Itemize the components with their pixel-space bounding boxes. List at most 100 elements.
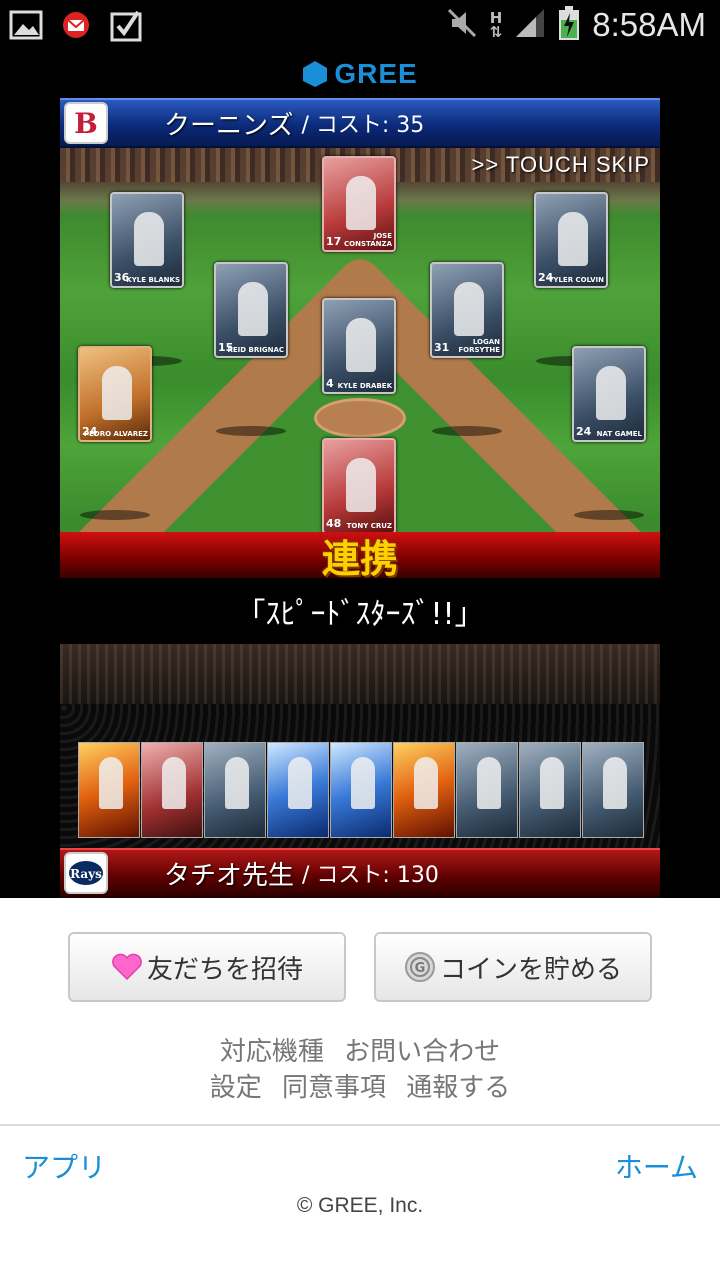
signal-icon: [514, 7, 546, 43]
gallery-icon: [8, 8, 44, 42]
deck-card: [393, 742, 455, 838]
card-shadow: [432, 426, 502, 436]
card-shadow: [80, 510, 150, 520]
contact-link[interactable]: お問い合わせ: [344, 1037, 500, 1067]
mute-icon: [446, 7, 478, 43]
player-figure: [102, 366, 132, 420]
player-card: 36 KYLE BLANKS: [110, 192, 184, 288]
deck-card-figure: [162, 757, 186, 809]
apps-link[interactable]: アプリ: [22, 1146, 106, 1186]
divider: [0, 1124, 720, 1126]
deck-card: [456, 742, 518, 838]
player-figure: [346, 458, 376, 512]
deck-card-figure: [351, 757, 375, 809]
pitchers-mound: [314, 398, 406, 438]
deck-strip: [78, 742, 644, 838]
deck-card-figure: [540, 757, 564, 809]
link-subtitle: 「ｽﾋﾟｰﾄﾞｽﾀｰｽﾞ!!」: [60, 578, 660, 644]
gree-header: GREE: [0, 50, 720, 98]
player-card: 24 TYLER COLVIN: [534, 192, 608, 288]
battery-charging-icon: [558, 6, 580, 44]
player-figure: [558, 212, 588, 266]
bottom-team-cost: / コスト: 130: [302, 863, 439, 888]
player-figure: [346, 176, 376, 230]
deck-card: [519, 742, 581, 838]
player-card: 48 TONY CRUZ: [322, 438, 396, 534]
deck-card-figure: [414, 757, 438, 809]
deck-card: [141, 742, 203, 838]
player-card: 31 LOGAN FORSYTHE: [430, 262, 504, 358]
link-title: 連携: [321, 536, 398, 581]
invite-friends-label: 友だちを招待: [146, 954, 303, 985]
settings-link[interactable]: 設定: [210, 1073, 262, 1103]
footer-links: 対応機種 お問い合わせ 設定 同意事項 通報する: [0, 1034, 720, 1106]
card-deck: [60, 704, 660, 848]
rays-logo-icon: Rays: [64, 852, 108, 894]
mail-notification-icon: [58, 8, 94, 42]
player-figure: [238, 282, 268, 336]
deck-card: [330, 742, 392, 838]
player-card: 24 NAT GAMEL: [572, 346, 646, 442]
player-figure: [134, 212, 164, 266]
heart-icon: [111, 953, 143, 981]
coin-icon: G: [404, 951, 436, 983]
network-type-label: H: [489, 9, 503, 27]
deck-card-figure: [225, 757, 249, 809]
card-shadow: [216, 426, 286, 436]
player-name: KYLE BLANKS: [126, 276, 180, 284]
copyright: © GREE, Inc.: [296, 1194, 424, 1217]
player-name: TYLER COLVIN: [548, 276, 604, 284]
player-card: 17 JOSE CONSTANZA: [322, 156, 396, 252]
svg-text:G: G: [415, 961, 426, 976]
deck-card: [78, 742, 140, 838]
top-team-cost: / コスト: 35: [301, 113, 425, 138]
task-check-icon: [108, 8, 144, 42]
red-sox-logo-icon: B: [64, 102, 108, 144]
touch-skip-button[interactable]: >> TOUCH SKIP: [472, 152, 650, 178]
player-card: 24 PEDRO ALVAREZ: [78, 346, 152, 442]
player-name: KYLE DRABEK: [337, 382, 392, 390]
bottom-team-bar: Rays タチオ先生 / コスト: 130: [60, 848, 660, 898]
home-link[interactable]: ホーム: [615, 1146, 698, 1186]
card-shadow: [574, 510, 644, 520]
bottom-panel: 友だちを招待 G コインを貯める 対応機種 お問い合わせ 設定 同意事項 通報す…: [0, 898, 720, 1280]
top-team-bar: B クーニンズ / コスト: 35: [60, 98, 660, 148]
player-name: LOGAN FORSYTHE: [458, 338, 500, 354]
invite-friends-button[interactable]: 友だちを招待: [68, 932, 346, 1002]
svg-text:Rays: Rays: [70, 867, 102, 881]
player-card: 4 KYLE DRABEK: [322, 298, 396, 394]
earn-coins-button[interactable]: G コインを貯める: [374, 932, 652, 1002]
status-bar: H ⇅ 8:58AM: [0, 0, 720, 50]
player-figure: [346, 318, 376, 372]
player-figure: [454, 282, 484, 336]
player-name: JOSE CONSTANZA: [344, 232, 392, 248]
player-name: PEDRO ALVAREZ: [83, 430, 148, 438]
deck-card-figure: [99, 757, 123, 809]
supported-devices-link[interactable]: 対応機種: [220, 1037, 324, 1067]
player-card: 15 REID BRIGNAC: [214, 262, 288, 358]
report-link[interactable]: 通報する: [406, 1073, 510, 1103]
player-name: NAT GAMEL: [596, 430, 642, 438]
deck-card-figure: [477, 757, 501, 809]
earn-coins-label: コインを貯める: [439, 954, 622, 985]
link-banner: 連携: [60, 532, 660, 581]
player-number: 24: [576, 425, 592, 438]
deck-card: [267, 742, 329, 838]
top-team-name: クーニンズ: [164, 110, 294, 141]
player-number: 4: [326, 377, 334, 390]
data-arrows-icon: H ⇅: [489, 9, 503, 41]
player-figure: [596, 366, 626, 420]
bottom-team-name: タチオ先生: [164, 860, 295, 891]
terms-link[interactable]: 同意事項: [282, 1073, 386, 1103]
deck-card-figure: [603, 757, 627, 809]
clock: 8:58AM: [592, 6, 706, 43]
deck-card-figure: [288, 757, 312, 809]
game-view[interactable]: B クーニンズ / コスト: 35 >> TOUCH SKIP 17 JOSE C…: [60, 98, 660, 898]
player-name: REID BRIGNAC: [227, 346, 284, 354]
svg-text:B: B: [74, 108, 98, 138]
stadium-lower: [60, 644, 660, 704]
gree-logo: GREE: [334, 58, 418, 89]
deck-card: [582, 742, 644, 838]
deck-card: [204, 742, 266, 838]
gree-hexagon-icon: [303, 61, 328, 87]
